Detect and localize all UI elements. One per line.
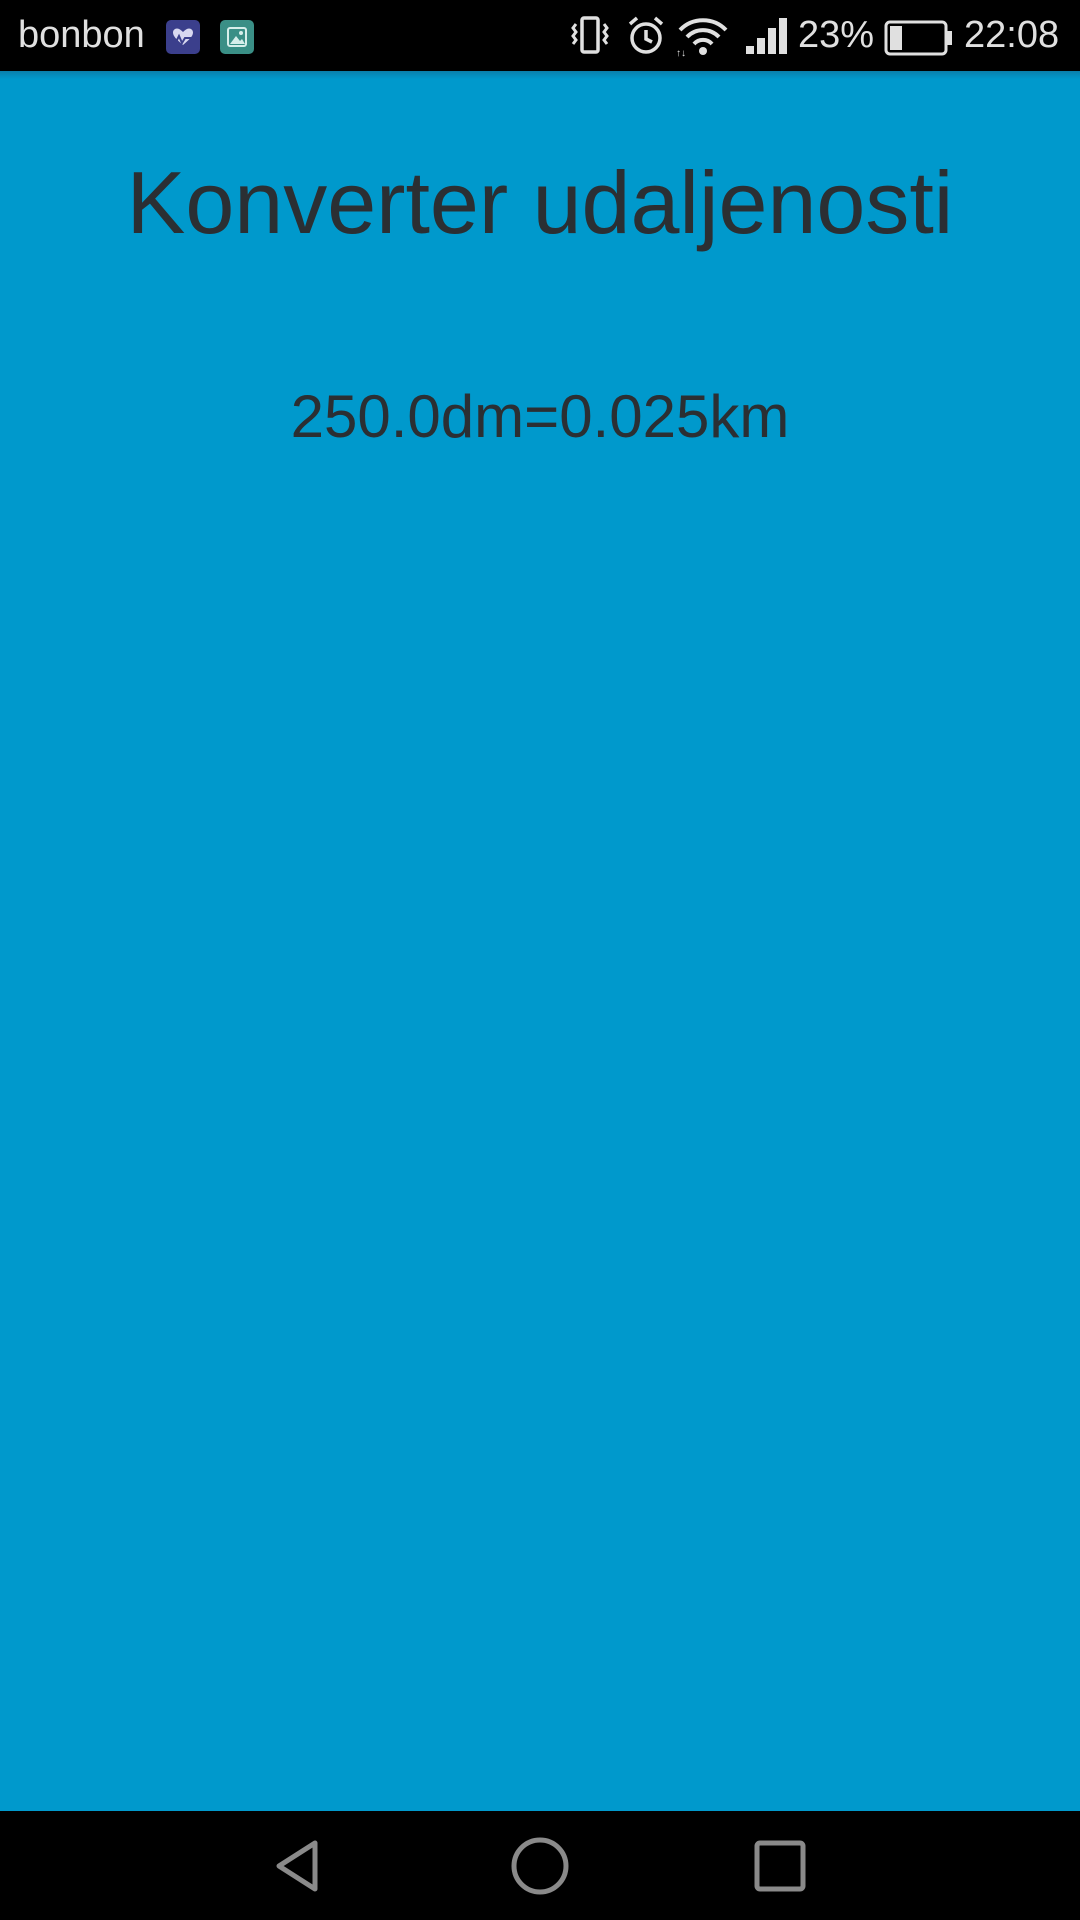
app-content: Konverter udaljenosti 250.0dm=0.025km <box>0 71 1080 1811</box>
navigation-bar <box>0 1811 1080 1920</box>
back-icon[interactable] <box>265 1831 335 1901</box>
health-app-icon <box>166 20 200 54</box>
wifi-icon: ↑↓ <box>676 14 730 63</box>
conversion-result: 250.0dm=0.025km <box>290 383 790 450</box>
page-title: Konverter udaljenosti <box>126 153 954 252</box>
battery-percent: 23% <box>798 14 875 56</box>
status-bar: bonbon ↑↓ 23% 22:08 <box>0 0 1080 71</box>
home-icon[interactable] <box>505 1831 575 1901</box>
clock: 22:08 <box>964 14 1060 56</box>
gallery-app-icon <box>220 20 254 54</box>
svg-text:↑↓: ↑↓ <box>676 48 686 58</box>
carrier-name: bonbon <box>18 14 145 56</box>
action-bar-shadow <box>0 71 1080 79</box>
alarm-icon <box>624 14 668 63</box>
signal-icon <box>744 14 792 63</box>
battery-icon <box>884 18 954 63</box>
phone-screen: bonbon ↑↓ 23% 22:08 Konverter udaljenost… <box>0 0 1080 1920</box>
recents-icon[interactable] <box>745 1831 815 1901</box>
vibrate-icon <box>568 14 612 63</box>
